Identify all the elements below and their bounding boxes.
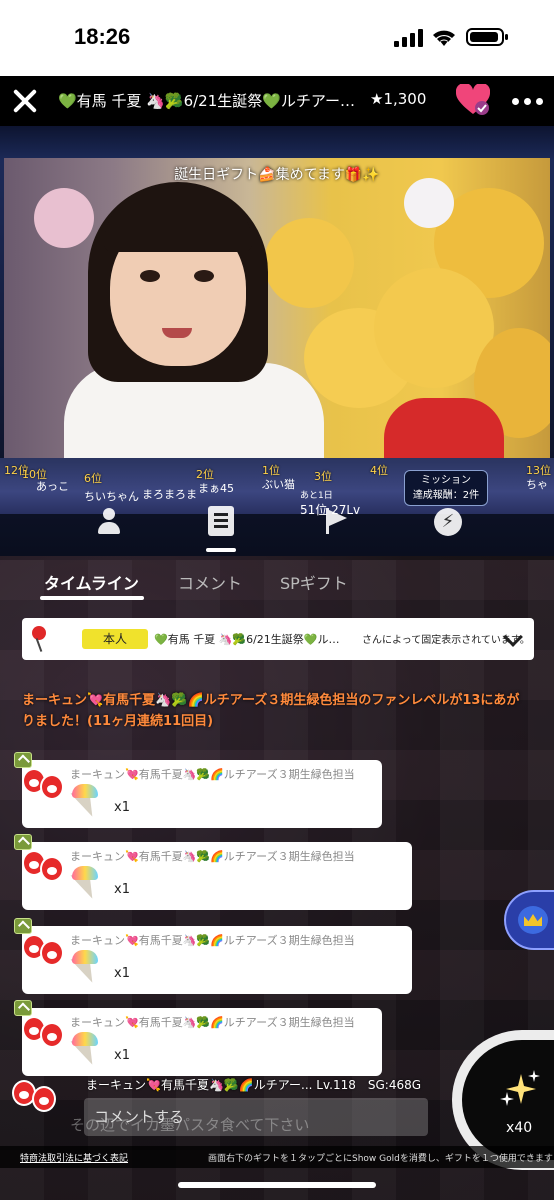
status-bar: 18:26 — [0, 0, 554, 76]
app-screen: { "status_bar": {"time": "18:26"}, "head… — [0, 0, 554, 1200]
gift-card[interactable]: まーキュン💘有馬千夏🦄🥦🌈ルチアーズ３期生緑色担当 x1 — [22, 760, 382, 828]
gift-usage-note: 画面右下のギフトを１タップごとにShow Goldを消費し、ギフトを１つ使用でき… — [208, 1154, 553, 1164]
more-icon[interactable] — [512, 98, 544, 106]
timeline-icon[interactable] — [208, 506, 234, 536]
gift-user: まーキュン💘有馬千夏🦄🥦🌈ルチアーズ３期生緑色担当 — [70, 934, 355, 947]
video-player[interactable]: 誕生日ギフト🍰集めてます🎁✨ 12位 あっこ 10位 ちいちゃん 6位 まろまろ… — [0, 126, 554, 556]
home-indicator — [178, 1182, 376, 1188]
avatar[interactable] — [22, 1016, 68, 1064]
gift-card[interactable]: まーキュン💘有馬千夏🦄🥦🌈ルチアーズ３期生緑色担当 x1 — [22, 926, 412, 994]
fan-level-badge — [14, 918, 32, 934]
rank-label: 4位 — [370, 464, 388, 477]
gift-card[interactable]: まーキュン💘有馬千夏🦄🥦🌈ルチアーズ３期生緑色担当 x1 — [22, 842, 412, 910]
my-user-line: まーキュン💘有馬千夏🦄🥦🌈ルチアー... Lv.118 SG:468G — [86, 1078, 422, 1092]
fan-level-badge — [14, 834, 32, 850]
ice-cream-gift-icon — [70, 866, 102, 904]
stream-frame: 誕生日ギフト🍰集めてます🎁✨ — [4, 158, 550, 458]
panel-icon-row: ⚡ — [0, 500, 554, 550]
sparkle-gift-icon[interactable] — [500, 1070, 542, 1112]
rank-label: 3位 — [314, 470, 332, 483]
comment-input[interactable]: コメントする — [84, 1098, 428, 1136]
footer-bar: 特商法取引法に基づく表記 画面右下のギフトを１タップごとにShow Goldを消… — [0, 1146, 554, 1168]
tab-timeline[interactable]: タイムライン — [44, 570, 139, 594]
gift-user: まーキュン💘有馬千夏🦄🥦🌈ルチアーズ３期生緑色担当 — [70, 1016, 355, 1029]
pinned-name: 💚有馬 千夏 🦄🥦6/21生誕祭💚ルチア… — [154, 633, 346, 646]
pin-icon — [30, 626, 48, 652]
signal-icon — [394, 29, 424, 47]
ice-cream-gift-icon — [70, 950, 102, 988]
follow-heart-icon[interactable] — [456, 84, 490, 116]
gift-qty: x1 — [114, 800, 130, 815]
self-badge: 本人 — [82, 629, 148, 649]
gift-qty: x1 — [114, 882, 130, 897]
stream-banner-text: 誕生日ギフト🍰集めてます🎁✨ — [174, 167, 380, 183]
wifi-icon — [433, 30, 455, 46]
battery-icon — [466, 28, 508, 46]
tab-comment[interactable]: コメント — [178, 570, 242, 594]
stream-title[interactable]: 💚有馬 千夏 🦄🥦6/21生誕祭💚ルチアー… — [58, 90, 360, 111]
gift-qty: x1 — [114, 1048, 130, 1063]
pinned-message[interactable]: 本人 💚有馬 千夏 🦄🥦6/21生誕祭💚ルチア… さんによって固定表示されていま… — [22, 618, 534, 660]
rank-label: 10位 — [22, 468, 47, 481]
tab-active-underline — [40, 596, 144, 600]
star-count: ★1,300 — [370, 90, 427, 108]
rank-name: ぶい猫 — [262, 478, 295, 491]
viewers-icon[interactable] — [96, 508, 122, 534]
gift-qty: x1 — [114, 966, 130, 981]
flag-icon[interactable] — [322, 508, 348, 534]
close-icon[interactable] — [8, 84, 42, 118]
mission-title: ミッション — [421, 475, 471, 486]
gift-card[interactable]: まーキュン💘有馬千夏🦄🥦🌈ルチアーズ３期生緑色担当 x1 — [22, 1008, 382, 1076]
avatar[interactable] — [22, 768, 68, 816]
my-avatar[interactable] — [12, 1076, 58, 1124]
bolt-icon[interactable]: ⚡ — [434, 508, 462, 536]
live-header: 💚有馬 千夏 🦄🥦6/21生誕祭💚ルチアー… ★1,300 — [0, 76, 554, 126]
rank-name: ちゃ — [526, 478, 548, 491]
fan-level-badge — [14, 1000, 32, 1016]
rank-label: 6位 — [84, 472, 102, 485]
legal-link[interactable]: 特商法取引法に基づく表記 — [20, 1151, 128, 1164]
avatar[interactable] — [22, 934, 68, 982]
crown-icon — [518, 906, 548, 934]
ice-cream-gift-icon — [70, 784, 102, 822]
clock: 18:26 — [74, 24, 131, 49]
gift-count: x40 — [506, 1120, 533, 1136]
active-icon-indicator — [206, 548, 236, 552]
fan-level-badge — [14, 752, 32, 768]
avatar[interactable] — [22, 850, 68, 898]
gift-user: まーキュン💘有馬千夏🦄🥦🌈ルチアーズ３期生緑色担当 — [70, 850, 355, 863]
gift-user: まーキュン💘有馬千夏🦄🥦🌈ルチアーズ３期生緑色担当 — [70, 768, 355, 781]
fan-level-message: まーキュン💘有馬千夏🦄🥦🌈ルチアーズ３期生緑色担当のファンレベルが13にあがりま… — [22, 693, 520, 729]
rank-name: まぁ45 — [198, 482, 234, 495]
tab-sp-gift[interactable]: SPギフト — [280, 570, 348, 594]
ice-cream-gift-icon — [70, 1032, 102, 1070]
